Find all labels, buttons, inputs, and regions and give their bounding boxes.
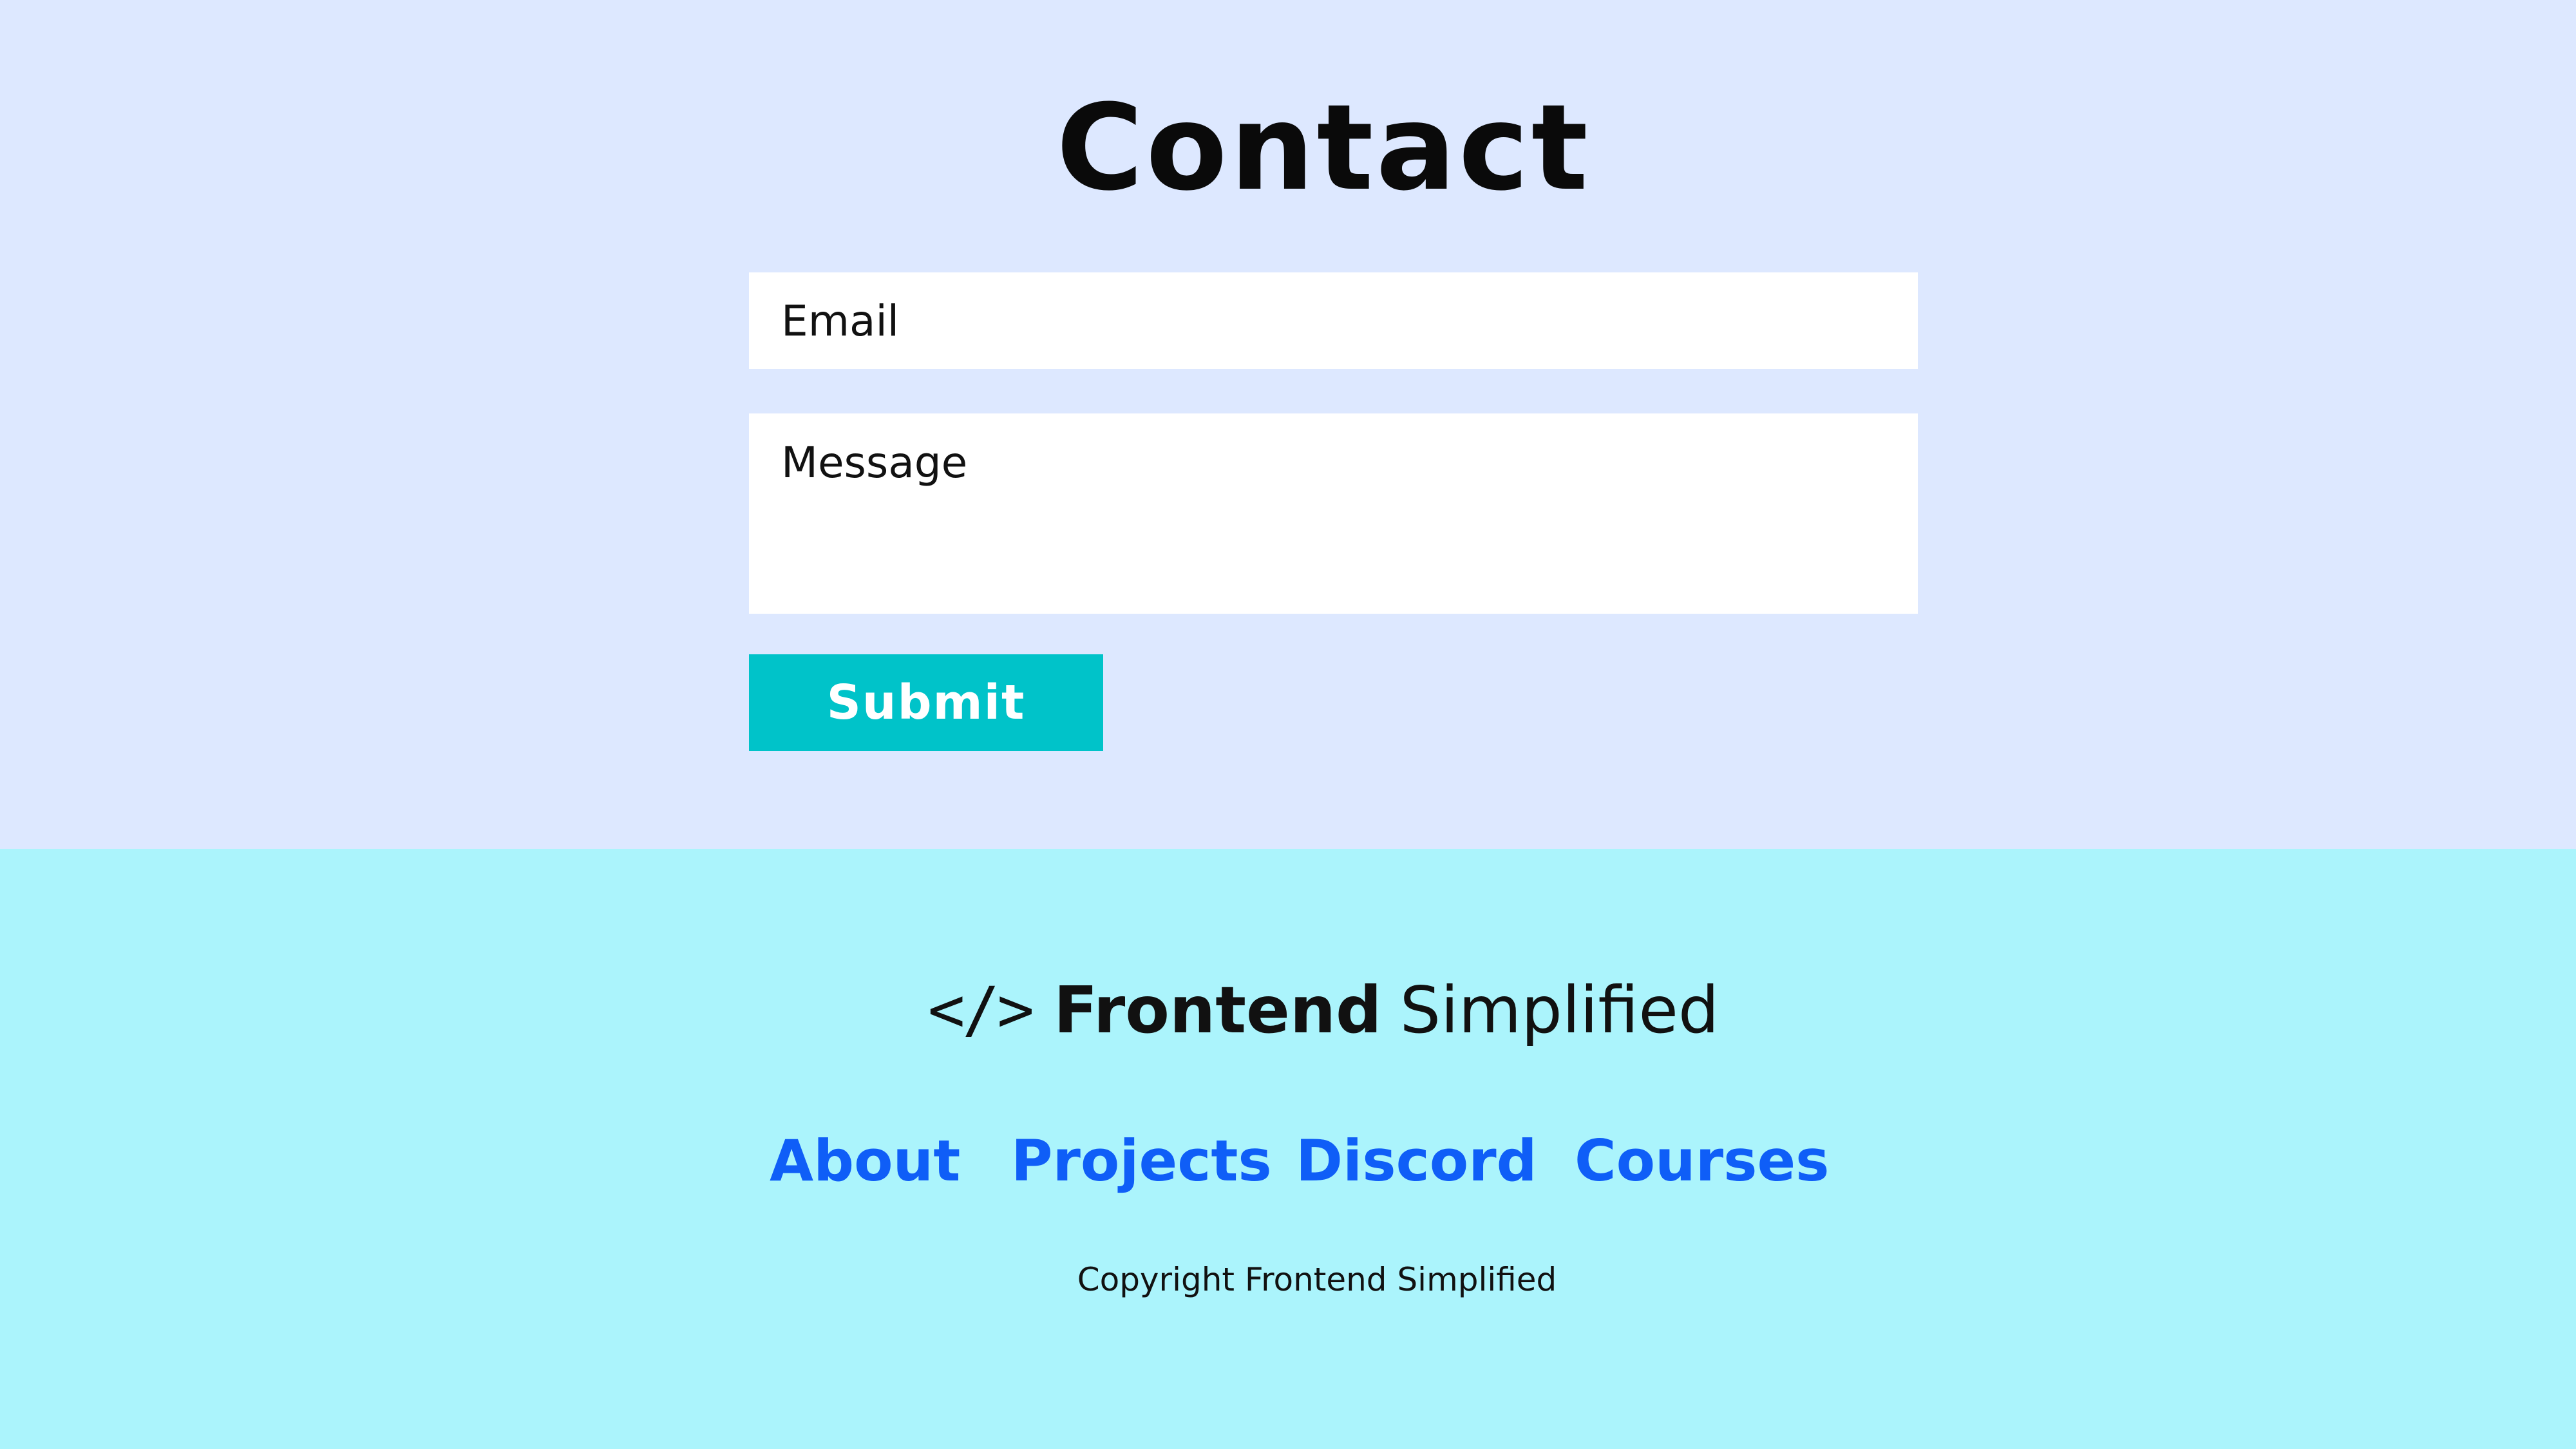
copyright-text: Copyright Frontend Simplified	[1077, 1261, 1557, 1298]
nav-link-courses[interactable]: Courses	[1575, 1113, 1830, 1209]
email-field[interactable]	[749, 272, 1918, 369]
submit-button[interactable]: Submit	[749, 654, 1103, 751]
code-brackets-icon: </>	[927, 974, 1034, 1046]
message-field[interactable]	[749, 413, 1918, 614]
nav-link-projects[interactable]: Projects	[1011, 1113, 1272, 1209]
page-title: Contact	[1056, 79, 1591, 217]
footer: </> Frontend Simplified About Projects D…	[0, 849, 2576, 1449]
brand-logo: </> Frontend Simplified	[0, 958, 2576, 1061]
nav-link-discord[interactable]: Discord	[1296, 1113, 1537, 1209]
brand-name-light: Simplified	[1399, 972, 1719, 1048]
nav-link-about[interactable]: About	[770, 1113, 960, 1209]
contact-section: Contact Submit	[0, 0, 2576, 849]
footer-nav: About Projects Discord Courses	[0, 1113, 2576, 1209]
brand-name-bold: Frontend	[1054, 972, 1382, 1048]
